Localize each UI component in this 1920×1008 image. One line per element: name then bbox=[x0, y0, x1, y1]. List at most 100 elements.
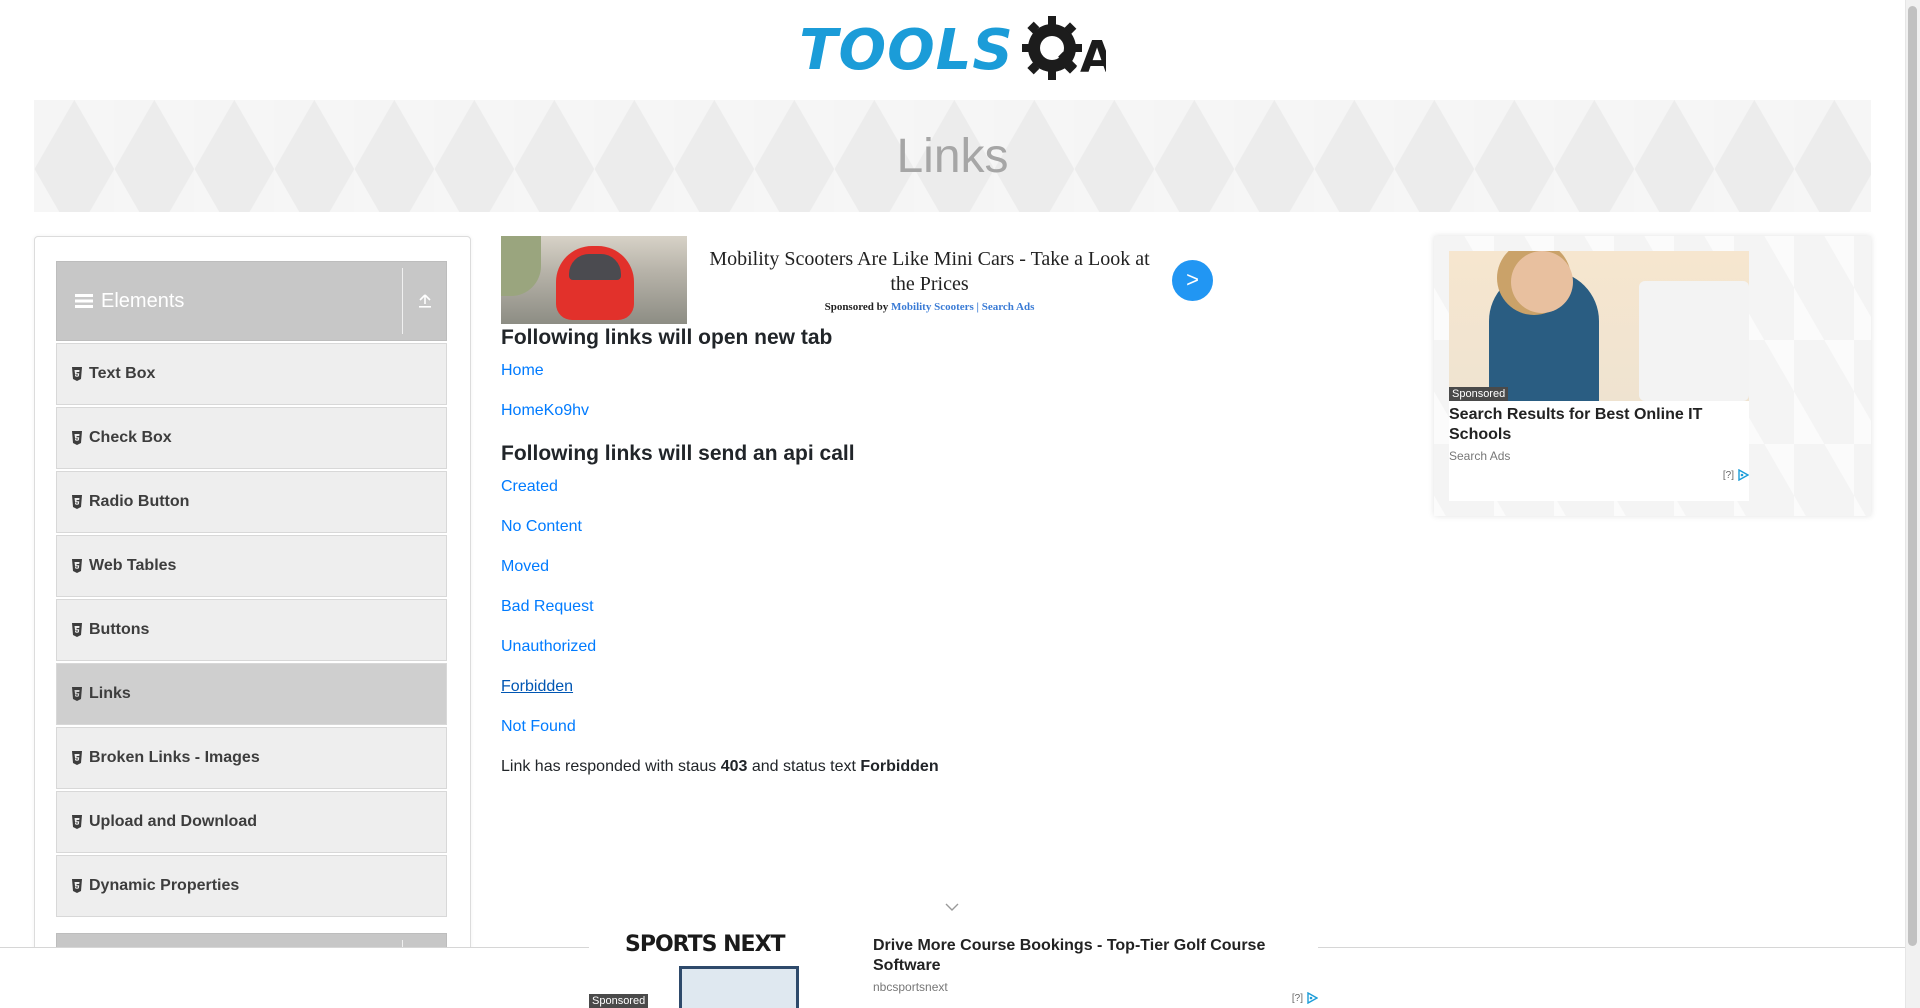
logo-text: TOOLS bbox=[799, 17, 1014, 83]
bad-request-link[interactable]: Bad Request bbox=[501, 598, 594, 615]
link-row: Home bbox=[501, 361, 1181, 401]
page-banner: Links bbox=[34, 100, 1871, 212]
ad-image-head bbox=[1511, 251, 1573, 313]
ad-arrow-button[interactable]: > bbox=[1172, 259, 1213, 301]
html5-icon bbox=[72, 879, 82, 893]
scrollbar-thumb[interactable] bbox=[1908, 6, 1917, 946]
not-found-link[interactable]: Not Found bbox=[501, 718, 576, 735]
hamburger-icon bbox=[75, 294, 93, 308]
html5-icon bbox=[72, 623, 82, 637]
link-row: Forbidden bbox=[501, 677, 1181, 717]
ad-body[interactable]: Mobility Scooters Are Like Mini Cars - T… bbox=[687, 247, 1172, 313]
ad-image-tree bbox=[501, 236, 541, 296]
ad-sponsor-line: Sponsored by Mobility Scooters | Search … bbox=[699, 301, 1160, 313]
page-scrollbar[interactable] bbox=[1905, 0, 1920, 1008]
ad-bottom[interactable]: SPORTS NEXT Sponsored Drive More Course … bbox=[589, 918, 1318, 1008]
upload-arrow-icon bbox=[418, 294, 431, 308]
group-header-elements[interactable]: Elements bbox=[56, 261, 447, 341]
ad-brand-logo: SPORTS NEXT bbox=[625, 932, 786, 957]
html5-icon bbox=[72, 367, 82, 381]
dynamic-home-link[interactable]: HomeKo9hv bbox=[501, 402, 589, 419]
ad-source: Search Ads bbox=[1449, 449, 1511, 463]
sponsored-badge: Sponsored bbox=[1449, 387, 1509, 401]
html5-icon bbox=[72, 751, 82, 765]
ad-sponsored-by: Sponsored by bbox=[824, 301, 889, 313]
menu-item-upload-and-download[interactable]: Upload and Download bbox=[56, 791, 447, 853]
ad-banner-top[interactable]: Mobility Scooters Are Like Mini Cars - T… bbox=[501, 236, 1213, 324]
menu-item-label: Broken Links - Images bbox=[89, 749, 260, 766]
ad-choices[interactable]: [?] bbox=[1292, 992, 1318, 1004]
menu-item-label: Buttons bbox=[89, 621, 150, 638]
menu-item-label: Text Box bbox=[89, 365, 156, 382]
menu-item-text-box[interactable]: Text Box bbox=[56, 343, 447, 405]
ad-image[interactable] bbox=[501, 236, 687, 324]
ad-image-screen bbox=[679, 966, 799, 1008]
menu-item-dynamic-properties[interactable]: Dynamic Properties bbox=[56, 855, 447, 917]
menu-item-broken-links-images[interactable]: Broken Links - Images bbox=[56, 727, 447, 789]
ad-help[interactable]: [?] bbox=[1292, 993, 1303, 1004]
collapse-toggle[interactable] bbox=[402, 268, 446, 334]
ad-title[interactable]: Mobility Scooters Are Like Mini Cars - T… bbox=[699, 247, 1160, 297]
ad-title[interactable]: Drive More Course Bookings - Top-Tier Go… bbox=[873, 936, 1304, 976]
ad-choices[interactable]: [?] bbox=[1723, 469, 1749, 481]
group-header-label-wrap: Elements bbox=[57, 290, 402, 313]
response-status-text: Forbidden bbox=[860, 758, 939, 775]
menu-item-web-tables[interactable]: Web Tables bbox=[56, 535, 447, 597]
ad-sponsor-link[interactable]: Mobility Scooters | Search Ads bbox=[891, 301, 1034, 313]
group-header-label: Elements bbox=[101, 289, 185, 312]
ad-image[interactable]: Sponsored bbox=[1449, 251, 1749, 401]
gear-q-icon: A bbox=[1021, 16, 1106, 83]
ad-card[interactable]: Sponsored Search Results for Best Online… bbox=[1449, 251, 1749, 501]
ad-title[interactable]: Search Results for Best Online IT School… bbox=[1449, 401, 1749, 445]
no-content-link[interactable]: No Content bbox=[501, 518, 582, 535]
created-link[interactable]: Created bbox=[501, 478, 558, 495]
link-row: Bad Request bbox=[501, 597, 1181, 637]
link-row: Unauthorized bbox=[501, 637, 1181, 677]
menu-item-links[interactable]: Links bbox=[56, 663, 447, 725]
elements-menu: Text Box Check Box Radio Button Web Tabl… bbox=[56, 343, 447, 919]
link-row: Not Found bbox=[501, 717, 1181, 757]
logo-suffix: A bbox=[1080, 32, 1106, 83]
menu-item-label: Check Box bbox=[89, 429, 172, 446]
link-row: Created bbox=[501, 477, 1181, 517]
adchoices-icon[interactable] bbox=[1737, 469, 1749, 481]
html5-icon bbox=[72, 687, 82, 701]
link-row: HomeKo9hv bbox=[501, 401, 1181, 441]
response-prefix: Link has responded with staus bbox=[501, 758, 717, 775]
menu-item-label: Links bbox=[89, 685, 131, 702]
menu-item-check-box[interactable]: Check Box bbox=[56, 407, 447, 469]
new-tab-heading: Following links will open new tab bbox=[501, 326, 833, 349]
html5-icon bbox=[72, 815, 82, 829]
menu-item-label: Radio Button bbox=[89, 493, 190, 510]
html5-icon bbox=[72, 495, 82, 509]
ad-sidebar-right: Sponsored Search Results for Best Online… bbox=[1434, 236, 1871, 516]
ad-body[interactable]: Drive More Course Bookings - Top-Tier Go… bbox=[859, 918, 1318, 1008]
chevron-down-icon[interactable] bbox=[944, 900, 960, 914]
link-row: No Content bbox=[501, 517, 1181, 557]
ad-help[interactable]: [?] bbox=[1723, 470, 1734, 481]
adchoices-icon[interactable] bbox=[1306, 992, 1318, 1004]
menu-item-label: Web Tables bbox=[89, 557, 177, 574]
ad-source: nbcsportsnext bbox=[873, 980, 948, 994]
home-link[interactable]: Home bbox=[501, 362, 544, 379]
menu-item-buttons[interactable]: Buttons bbox=[56, 599, 447, 661]
toolsqa-logo[interactable]: TOOLS A bbox=[799, 10, 1106, 90]
html5-icon bbox=[72, 559, 82, 573]
forbidden-link[interactable]: Forbidden bbox=[501, 678, 573, 695]
response-status-code: 403 bbox=[720, 758, 748, 775]
api-heading: Following links will send an api call bbox=[501, 442, 855, 465]
ad-image-car-window bbox=[569, 254, 621, 280]
unauthorized-link[interactable]: Unauthorized bbox=[501, 638, 596, 655]
left-panel: Elements Text Box Check Box Radio Button… bbox=[34, 236, 471, 1008]
moved-link[interactable]: Moved bbox=[501, 558, 549, 575]
menu-item-label: Dynamic Properties bbox=[89, 877, 240, 894]
response-middle: and status text bbox=[751, 758, 856, 775]
ad-image[interactable]: SPORTS NEXT Sponsored bbox=[589, 918, 859, 1008]
link-response: Link has responded with staus 403 and st… bbox=[501, 757, 1181, 777]
ad-image-laptop bbox=[1639, 281, 1749, 401]
menu-item-radio-button[interactable]: Radio Button bbox=[56, 471, 447, 533]
site-header: TOOLS A bbox=[0, 0, 1905, 100]
html5-icon bbox=[72, 431, 82, 445]
link-row: Moved bbox=[501, 557, 1181, 597]
page-title: Links bbox=[896, 129, 1009, 183]
